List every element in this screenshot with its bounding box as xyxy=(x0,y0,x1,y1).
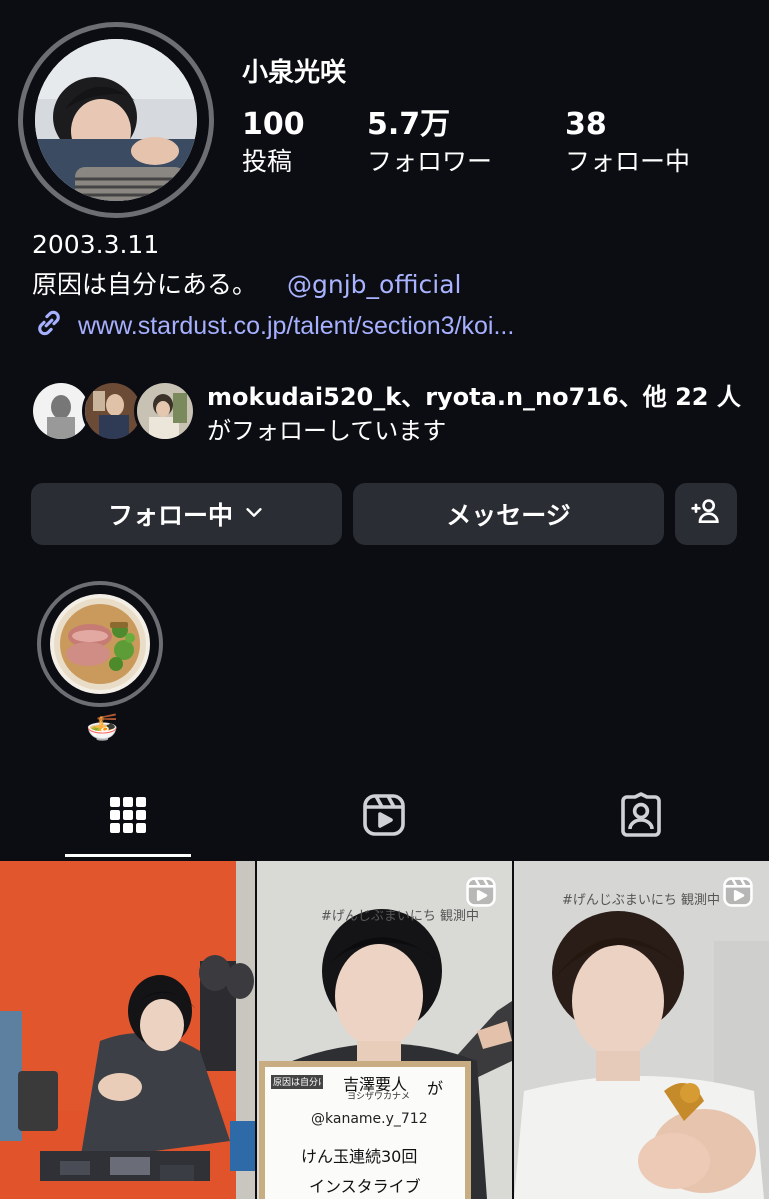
website-url: www.stardust.co.jp/talent/section3/koi..… xyxy=(78,312,515,340)
reel-indicator-icon xyxy=(464,875,498,914)
suggested-users-button[interactable] xyxy=(675,483,737,545)
add-person-icon xyxy=(690,495,722,533)
message-button[interactable]: メッセージ xyxy=(353,483,664,545)
mutual-follower-others: 他 22 人 xyxy=(642,383,741,411)
profile-username: 小泉光咲 xyxy=(242,58,347,88)
mutual-followers-suffix: がフォローしています xyxy=(207,417,447,445)
followers-count-value: 5.7万 xyxy=(367,107,451,142)
following-button-label: フォロー中 xyxy=(107,501,233,530)
followers-count[interactable]: 5.7万 フォロワー xyxy=(367,108,492,182)
mutual-follower-names: mokudai520_k、ryota.n_no716、 xyxy=(207,383,643,411)
mutual-follower-avatars xyxy=(30,380,196,446)
bio-tagline: 原因は自分にある。 xyxy=(32,270,258,299)
board-handle: @kaname.y_712 xyxy=(311,1111,428,1127)
bio-text: 原因は自分にある。 @gnjb_official xyxy=(32,265,461,301)
posts-count-value: 100 xyxy=(242,107,305,142)
chevron-down-icon xyxy=(243,500,265,529)
following-count-value: 38 xyxy=(565,107,607,142)
profile-avatar-ring[interactable] xyxy=(18,22,214,218)
mutual-avatar-3 xyxy=(134,380,196,442)
bio-birthday: 2003.3.11 xyxy=(32,230,160,259)
tab-tagged[interactable] xyxy=(616,791,666,844)
posts-count-label: 投稿 xyxy=(242,147,293,176)
post-thumbnail-1[interactable] xyxy=(0,861,255,1199)
wall-caption: #げんじぶまいにち 観測中 xyxy=(321,909,480,924)
board-line-2: インスタライブ xyxy=(309,1177,421,1196)
profile-website-link[interactable]: www.stardust.co.jp/talent/section3/koi..… xyxy=(32,306,514,347)
board-brand: 原因は自分にある。 xyxy=(273,1078,321,1088)
tab-posts-grid[interactable] xyxy=(103,792,153,842)
post-thumbnail-2[interactable]: #げんじぶまいにち 観測中 原因は自分にある。 吉澤要人 ヨシザワカナメ が @… xyxy=(257,861,512,1199)
story-highlight[interactable] xyxy=(37,581,163,707)
mutual-followers[interactable]: mokudai520_k、ryota.n_no716、他 22 人 がフォローし… xyxy=(30,380,741,448)
mutual-followers-text: mokudai520_k、ryota.n_no716、他 22 人 がフォローし… xyxy=(207,380,741,448)
following-count[interactable]: 38 フォロー中 xyxy=(565,108,690,182)
link-icon xyxy=(32,306,66,347)
following-button[interactable]: フォロー中 xyxy=(31,483,342,545)
reels-icon xyxy=(360,791,408,844)
grid-icon xyxy=(108,795,148,840)
tagged-icon xyxy=(617,791,665,844)
reel-indicator-icon xyxy=(721,875,755,914)
tab-reels[interactable] xyxy=(359,792,409,842)
highlight-thumbnail xyxy=(50,594,150,694)
bio-mention-link[interactable]: @gnjb_official xyxy=(287,270,461,299)
posts-grid: #げんじぶまいにち 観測中 原因は自分にある。 吉澤要人 ヨシザワカナメ が @… xyxy=(0,861,769,1199)
profile-avatar[interactable] xyxy=(35,39,197,201)
posts-count[interactable]: 100 投稿 xyxy=(242,108,305,182)
followers-count-label: フォロワー xyxy=(367,147,493,176)
following-count-label: フォロー中 xyxy=(565,147,691,176)
message-button-label: メッセージ xyxy=(446,501,571,530)
board-name-kana: ヨシザワカナメ xyxy=(347,1092,411,1102)
post-thumbnail-3[interactable]: #げんじぶまいにち 観測中 xyxy=(514,861,769,1199)
board-ga: が xyxy=(427,1079,444,1098)
board-line-1: けん玉連続30回 xyxy=(301,1147,418,1166)
active-tab-indicator xyxy=(65,854,191,857)
highlight-label: 🍜 xyxy=(86,712,119,742)
wall-caption: #げんじぶまいにち 観測中 xyxy=(562,893,721,908)
